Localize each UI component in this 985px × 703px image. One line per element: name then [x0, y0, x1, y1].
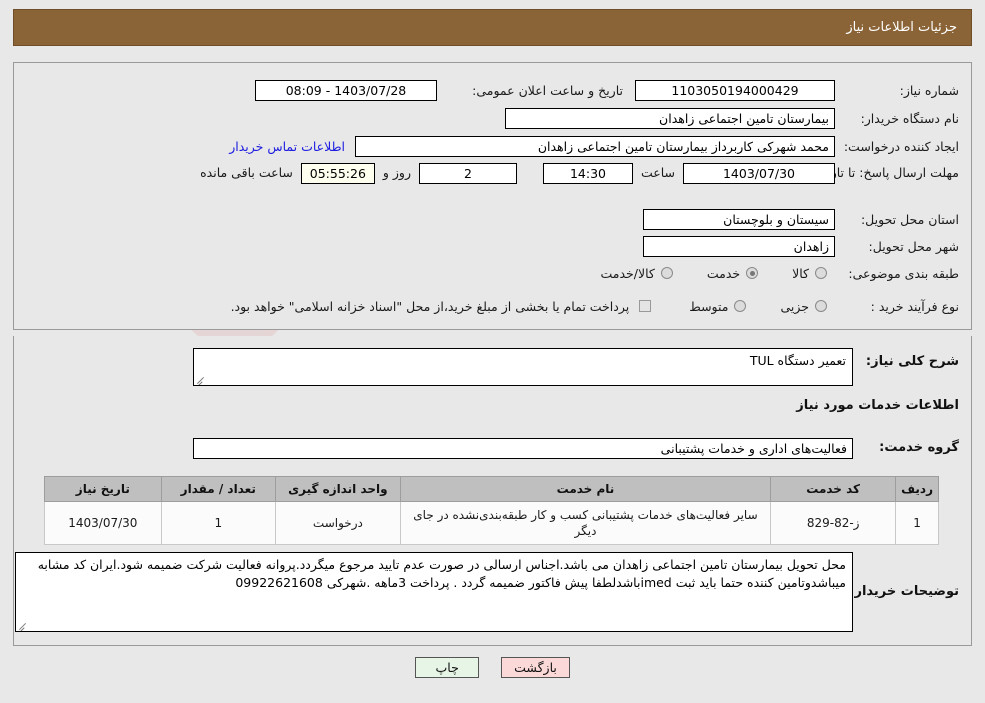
buyer-notes-value[interactable]: محل تحویل بیمارستان تامین اجتماعی زاهدان…	[15, 552, 853, 632]
countdown-label: ساعت باقی مانده	[200, 165, 293, 180]
category-row: طبقه بندی موضوعی: کالا خدمت کالا/خدمت	[600, 262, 959, 284]
countdown-timer-value: 05:55:26	[300, 163, 375, 184]
province-label: استان محل تحویل:	[860, 211, 959, 227]
process-option-motevaset[interactable]: متوسط	[689, 298, 747, 314]
buyer-org-value: بیمارستان تامین اجتماعی زاهدان	[505, 107, 835, 129]
category-option-khedmat[interactable]: خدمت	[706, 265, 759, 281]
buyer-org-row: نام دستگاه خریدار: بیمارستان تامین اجتما…	[505, 107, 959, 129]
public-announce-value: 1403/07/28 - 08:09	[255, 79, 437, 101]
general-desc-value[interactable]: تعمیر دستگاه TUL	[193, 348, 853, 386]
radio-kala-icon[interactable]	[815, 267, 827, 279]
process-label: نوع فرآیند خرید :	[870, 298, 959, 314]
city-row: شهر محل تحویل: زاهدان	[643, 235, 959, 257]
th-code: کد خدمت	[770, 476, 897, 502]
page-title: جزئیات اطلاعات نیاز	[846, 20, 957, 35]
table-header-row: ردیف کد خدمت نام خدمت واحد اندازه گیری ت…	[44, 476, 939, 502]
purchase-process-row: نوع فرآیند خرید : جزیی متوسط پرداخت تمام…	[231, 295, 959, 317]
cell-index: 1	[895, 501, 939, 545]
service-group-value: فعالیت‌های اداری و خدمات پشتیبانی	[193, 438, 853, 459]
cell-name: سایر فعالیت‌های خدمات پشتیبانی کسب و کار…	[399, 501, 772, 545]
cell-unit: درخواست	[274, 501, 401, 545]
table-row: 1 ز-82-829 سایر فعالیت‌های خدمات پشتیبان…	[44, 501, 939, 545]
notes-resize-grip-icon[interactable]	[18, 620, 28, 630]
deadline-hour-label: ساعت	[640, 165, 675, 180]
th-date: تاریخ نیاز	[44, 476, 162, 502]
need-info-panel: شماره نیاز: 1103050194000429 تاریخ و ساع…	[13, 62, 972, 330]
province-value: سیستان و بلوچستان	[643, 208, 835, 230]
process-option-motevaset-label: متوسط	[689, 298, 729, 314]
need-number-label: شماره نیاز:	[899, 82, 959, 98]
category-option-kala-khedmat-label: کالا/خدمت	[600, 265, 655, 281]
category-label: طبقه بندی موضوعی:	[848, 265, 959, 281]
deadline-date-value: 1403/07/30	[683, 163, 835, 184]
province-row: استان محل تحویل: سیستان و بلوچستان	[643, 208, 959, 230]
city-label: شهر محل تحویل:	[868, 238, 959, 254]
cell-date: 1403/07/30	[44, 501, 162, 545]
need-number-row: شماره نیاز: 1103050194000429	[635, 79, 959, 101]
radio-jozee-icon[interactable]	[815, 300, 827, 312]
th-unit: واحد اندازه گیری	[274, 476, 401, 502]
resize-grip-icon[interactable]	[196, 374, 206, 384]
service-group-label: گروه خدمت:	[879, 440, 959, 455]
process-option-jozee[interactable]: جزیی	[780, 299, 827, 314]
general-desc-row: شرح کلی نیاز:	[859, 350, 959, 369]
requester-value: محمد شهرکی کاربرداز بیمارستان تامین اجتم…	[355, 135, 835, 157]
need-details-panel: شرح کلی نیاز: تعمیر دستگاه TUL اطلاعات خ…	[13, 336, 972, 646]
th-index: ردیف	[895, 476, 939, 502]
city-value: زاهدان	[643, 235, 835, 257]
buyer-notes-text: محل تحویل بیمارستان تامین اجتماعی زاهدان…	[37, 557, 846, 590]
general-desc-label: شرح کلی نیاز:	[865, 354, 959, 369]
print-button[interactable]: چاپ	[415, 657, 480, 678]
remaining-days-value: 2	[418, 163, 517, 184]
process-option-jozee-label: جزیی	[780, 298, 809, 314]
remaining-days-label: روز و	[382, 165, 411, 180]
service-items-table: ردیف کد خدمت نام خدمت واحد اندازه گیری ت…	[44, 476, 939, 545]
need-number-value: 1103050194000429	[635, 79, 835, 101]
services-section-title: اطلاعات خدمات مورد نیاز	[796, 398, 959, 413]
cell-quantity: 1	[160, 501, 276, 545]
treasury-checkbox[interactable]	[639, 300, 652, 312]
radio-kala-khedmat-icon[interactable]	[660, 267, 673, 279]
category-option-khedmat-label: خدمت	[706, 265, 741, 281]
buyer-org-label: نام دستگاه خریدار:	[860, 110, 959, 126]
th-quantity: تعداد / مقدار	[160, 476, 276, 502]
category-option-kala[interactable]: کالا	[792, 266, 827, 281]
treasury-text: پرداخت تمام یا بخشی از مبلغ خرید،از محل …	[230, 298, 630, 314]
footer-button-row: بازگشت چاپ	[0, 657, 985, 678]
back-button[interactable]: بازگشت	[501, 657, 570, 678]
radio-motevaset-icon[interactable]	[734, 300, 747, 312]
deadline-row: مهلت ارسال پاسخ: تا تاریخ: 1403/07/30 سا…	[200, 163, 959, 197]
category-option-kala-khedmat[interactable]: کالا/خدمت	[600, 265, 673, 281]
general-desc-text: تعمیر دستگاه TUL	[749, 353, 846, 368]
buyer-notes-label: توضیحات خریدار:	[849, 584, 959, 599]
radio-khedmat-icon[interactable]	[746, 267, 759, 279]
th-name: نام خدمت	[399, 476, 772, 502]
tender-details-page: AriaTender.net جزئیات اطلاعات نیاز شماره…	[0, 0, 985, 703]
page-title-bar: جزئیات اطلاعات نیاز	[13, 9, 972, 46]
deadline-hour-value: 14:30	[542, 163, 633, 184]
requester-row: ایجاد کننده درخواست: محمد شهرکی کاربرداز…	[229, 135, 959, 157]
cell-code: ز-82-829	[770, 501, 897, 545]
category-option-kala-label: کالا	[792, 265, 809, 281]
requester-label: ایجاد کننده درخواست:	[843, 138, 959, 154]
deadline-label: مهلت ارسال پاسخ: تا تاریخ:	[814, 165, 959, 180]
buyer-contact-link[interactable]: اطلاعات تماس خریدار	[229, 139, 345, 154]
public-announce-row: تاریخ و ساعت اعلان عمومی: 1403/07/28 - 0…	[255, 79, 623, 101]
public-announce-label: تاریخ و ساعت اعلان عمومی:	[472, 82, 623, 98]
